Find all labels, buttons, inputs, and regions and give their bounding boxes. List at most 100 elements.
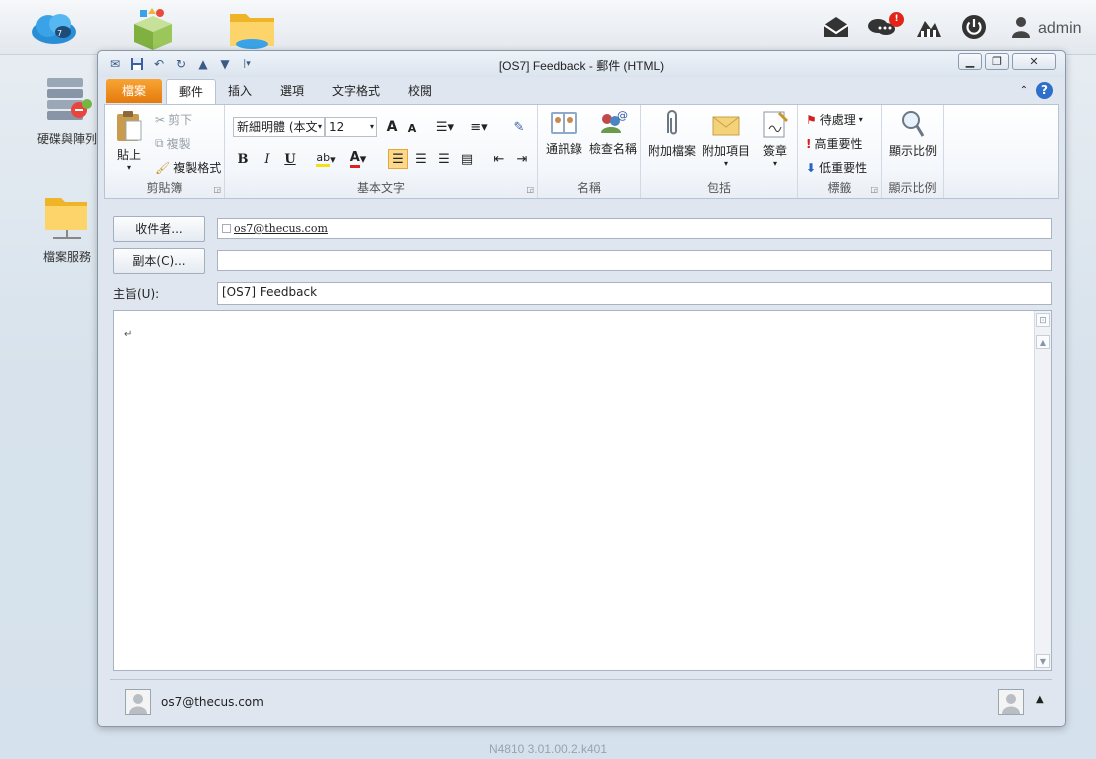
- include-group-label: 包括: [706, 181, 731, 195]
- grow-font-button[interactable]: A: [382, 117, 402, 137]
- zoom-group-label: 顯示比例: [888, 181, 937, 195]
- underline-button[interactable]: U: [280, 149, 300, 169]
- restore-button[interactable]: ❐: [985, 53, 1009, 70]
- mail-icon[interactable]: [819, 10, 853, 44]
- tags-group-label: 標籤: [827, 181, 852, 195]
- folder-icon: [45, 198, 87, 239]
- address-book-button[interactable]: 通訊錄: [542, 109, 586, 157]
- window-title: [OS7] Feedback - 郵件 (HTML): [498, 59, 665, 73]
- tab-format-text[interactable]: 文字格式: [326, 79, 386, 103]
- tags-group: ⚑ 待處理 ▾ ! 高重要性 ⬇ 低重要性 標籤 ◲: [798, 105, 882, 198]
- envelope-icon: [712, 116, 740, 136]
- ribbon-tabs: 檔案 郵件 插入 選項 文字格式 校閱 ⌃ ?: [104, 79, 1059, 105]
- people-pane: os7@thecus.com ▲: [110, 679, 1052, 719]
- cc-field[interactable]: [217, 250, 1052, 271]
- user-name[interactable]: admin: [1038, 20, 1082, 38]
- minimize-button[interactable]: ▁: [958, 53, 982, 70]
- bold-button[interactable]: B: [233, 149, 253, 169]
- cut-label: 剪下: [168, 113, 193, 127]
- scissors-icon: ✂: [155, 112, 166, 127]
- font-color-icon[interactable]: A ▾: [343, 149, 373, 169]
- attach-file-button[interactable]: 附加檔案: [647, 109, 697, 159]
- copy-label: 複製: [166, 137, 191, 151]
- numbering-icon[interactable]: ≡▾: [469, 117, 489, 137]
- power-icon[interactable]: [957, 10, 991, 44]
- clipboard-group-label: 剪貼簿: [146, 181, 183, 195]
- to-button[interactable]: 收件者...: [113, 216, 205, 242]
- recipient-checkbox-icon: [222, 224, 231, 233]
- dialog-launcher-icon[interactable]: ◲: [213, 185, 221, 194]
- basic-text-group-label: 基本文字: [356, 181, 405, 195]
- align-left-icon[interactable]: ☰: [388, 149, 408, 169]
- format-painter-label: 複製格式: [173, 161, 222, 175]
- network-icon[interactable]: [912, 10, 946, 44]
- dialog-launcher-icon[interactable]: ◲: [526, 185, 534, 194]
- help-icon[interactable]: ?: [1036, 79, 1056, 103]
- signature-label: 簽章: [762, 144, 787, 158]
- shrink-font-button[interactable]: A: [402, 118, 422, 138]
- zoom-button[interactable]: 顯示比例: [886, 109, 940, 159]
- signature-button[interactable]: 簽章 ▾: [757, 109, 793, 168]
- paintbrush-icon: 🖌: [155, 160, 171, 175]
- tab-message[interactable]: 郵件: [166, 79, 216, 105]
- attach-item-button[interactable]: 附加項目 ▾: [701, 109, 751, 168]
- paragraph-mark: ↵: [124, 329, 133, 340]
- folder-app-icon[interactable]: [226, 6, 280, 50]
- font-size-combo[interactable]: 12 ▾: [325, 117, 377, 137]
- copy-icon: ⧉: [155, 136, 164, 150]
- sender-address: os7@thecus.com: [161, 695, 264, 709]
- follow-up-label: 待處理: [819, 113, 856, 127]
- paste-button[interactable]: 貼上 ▾: [111, 109, 147, 172]
- paste-label: 貼上: [116, 148, 141, 162]
- clear-formatting-icon[interactable]: ✎: [509, 117, 529, 137]
- copy-button[interactable]: ⧉ 複製: [155, 135, 191, 152]
- to-field[interactable]: os7@thecus.com: [217, 218, 1052, 239]
- bullets-icon[interactable]: ☰▾: [435, 117, 455, 137]
- tab-insert[interactable]: 插入: [220, 79, 260, 103]
- high-importance-button[interactable]: ! 高重要性: [806, 135, 863, 152]
- top-taskbar: 7 ! admin: [0, 0, 1096, 55]
- align-center-icon[interactable]: ☰: [411, 149, 431, 169]
- collapse-ribbon-icon[interactable]: ⌃: [1016, 79, 1032, 103]
- zoom-label: 顯示比例: [888, 144, 937, 158]
- justify-icon[interactable]: ▤: [457, 149, 477, 169]
- follow-up-button[interactable]: ⚑ 待處理 ▾: [806, 111, 863, 128]
- firmware-version: N4810 3.01.00.2.k401: [488, 742, 608, 756]
- dialog-launcher-icon[interactable]: ◲: [870, 185, 878, 194]
- ruler-toggle-icon[interactable]: ⊡: [1036, 313, 1050, 327]
- tab-options[interactable]: 選項: [272, 79, 312, 103]
- increase-indent-icon[interactable]: ⇥: [512, 149, 532, 169]
- font-name-combo[interactable]: 新細明體 (本文 ▾: [233, 117, 325, 137]
- message-body[interactable]: ↵ ⊡ ▲ ▼: [113, 310, 1052, 671]
- package-app-icon[interactable]: [126, 6, 180, 50]
- address-book-icon: [551, 112, 577, 134]
- cloud-app-icon[interactable]: 7: [28, 6, 82, 50]
- cut-button[interactable]: ✂ 剪下: [155, 111, 192, 128]
- exclamation-icon: !: [806, 136, 812, 151]
- highlight-icon[interactable]: ab ▾: [311, 149, 341, 169]
- cc-button[interactable]: 副本(C)...: [113, 248, 205, 274]
- tab-review[interactable]: 校閱: [400, 79, 440, 103]
- low-importance-label: 低重要性: [819, 161, 868, 175]
- user-icon[interactable]: [1004, 10, 1038, 44]
- align-right-icon[interactable]: ☰: [434, 149, 454, 169]
- window-titlebar: ✉ ↶ ↻ ▲ ▼ |▾ [OS7] Feedback - 郵件 (HTML) …: [98, 51, 1065, 77]
- subject-field[interactable]: [OS7] Feedback: [217, 282, 1052, 305]
- zoom-group: 顯示比例 顯示比例: [882, 105, 944, 198]
- italic-button[interactable]: I: [257, 149, 277, 169]
- attach-item-label: 附加項目: [701, 144, 750, 158]
- to-recipient[interactable]: os7@thecus.com: [234, 222, 328, 235]
- include-group: 附加檔案 附加項目 ▾ 簽章 ▾ 包括: [641, 105, 798, 198]
- scroll-up-button[interactable]: ▲: [1036, 335, 1050, 349]
- tab-file[interactable]: 檔案: [106, 79, 162, 103]
- scroll-down-button[interactable]: ▼: [1036, 654, 1050, 668]
- decrease-indent-icon[interactable]: ⇤: [489, 149, 509, 169]
- disk-array-icon: [47, 78, 92, 120]
- expand-pane-icon[interactable]: ▲: [1036, 694, 1044, 705]
- names-group: 通訊錄 @ 檢查名稱 名稱: [538, 105, 641, 198]
- close-button[interactable]: ✕: [1012, 53, 1056, 70]
- check-names-button[interactable]: @ 檢查名稱: [588, 109, 638, 157]
- low-importance-button[interactable]: ⬇ 低重要性: [806, 159, 867, 176]
- vertical-scrollbar[interactable]: ⊡ ▲ ▼: [1034, 311, 1051, 670]
- format-painter-button[interactable]: 🖌 複製格式: [155, 159, 221, 176]
